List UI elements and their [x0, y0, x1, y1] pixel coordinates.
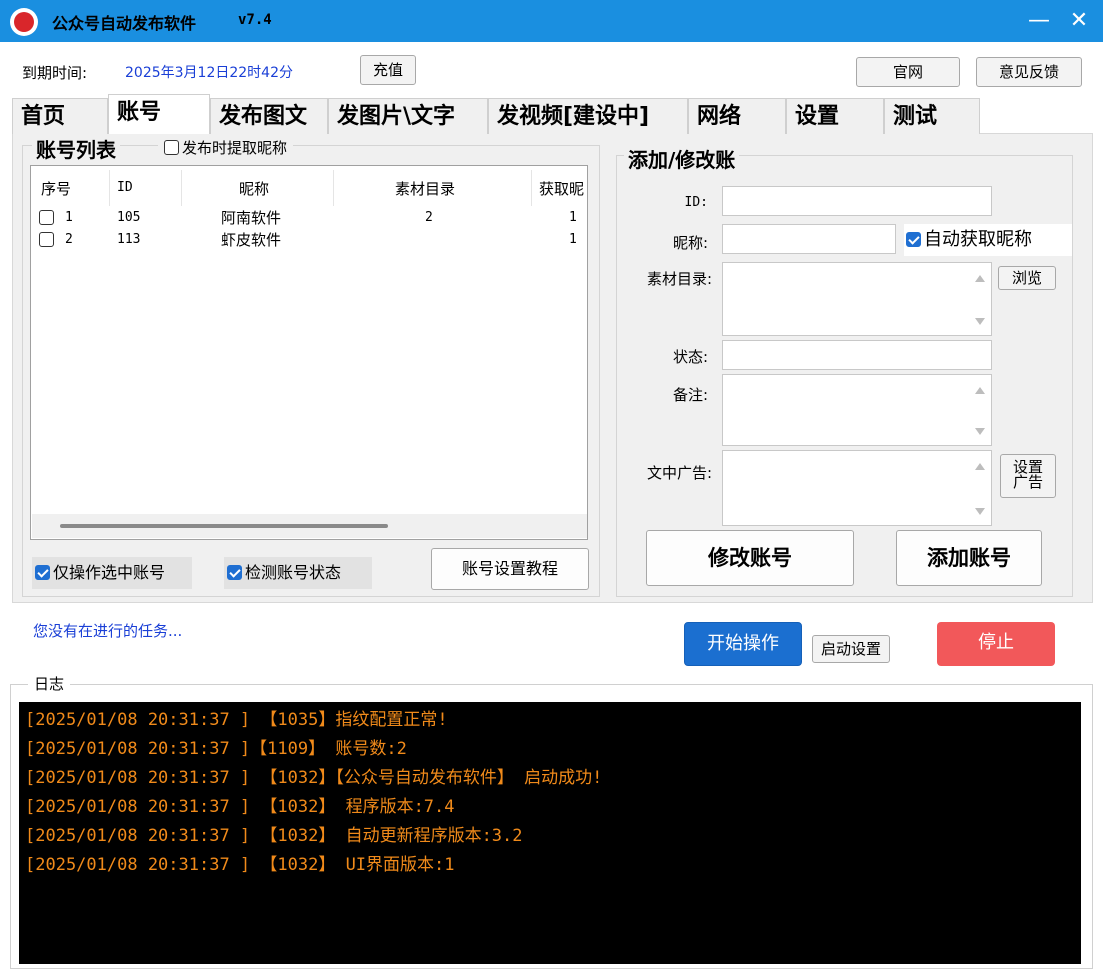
scroll-down-icon[interactable] [975, 508, 985, 515]
log-line: [2025/01/08 20:31:37 ] 【1032】 自动更新程序版本:3… [25, 826, 523, 846]
log-line: [2025/01/08 20:31:37 ] 【1035】指纹配置正常! [25, 710, 448, 730]
column-header-material[interactable]: 素材目录 [395, 178, 455, 199]
material-textarea[interactable] [722, 262, 992, 336]
log-line: [2025/01/08 20:31:37 ]【1109】 账号数:2 [25, 739, 407, 759]
table-row[interactable]: 1 105 阿南软件 2 1 [31, 206, 587, 230]
column-header-index[interactable]: 序号 [41, 178, 71, 199]
official-site-button[interactable]: 官网 [856, 57, 960, 87]
auto-nickname-checkbox[interactable]: 自动获取昵称 [904, 224, 1072, 256]
extract-nickname-label: 发布时提取昵称 [182, 139, 288, 157]
tab-publish-video[interactable]: 发视频[建设中] [488, 98, 688, 134]
checkbox-checked-icon[interactable] [906, 232, 921, 247]
minimize-icon[interactable]: — [1022, 6, 1056, 36]
ad-textarea[interactable] [722, 450, 992, 526]
recharge-button[interactable]: 充值 [360, 55, 416, 85]
scroll-down-icon[interactable] [975, 318, 985, 325]
status-input[interactable] [722, 340, 992, 370]
edit-account-title: 添加/修改账 [624, 144, 740, 173]
account-tutorial-button[interactable]: 账号设置教程 [431, 548, 589, 590]
nickname-label: 昵称: [672, 234, 708, 252]
tab-test[interactable]: 测试 [884, 98, 980, 134]
note-textarea[interactable] [722, 374, 992, 446]
feedback-button[interactable]: 意见反馈 [976, 57, 1082, 87]
start-button[interactable]: 开始操作 [684, 622, 802, 666]
modify-account-button[interactable]: 修改账号 [646, 530, 854, 586]
set-ad-label-2: 广告 [1012, 473, 1043, 491]
log-output[interactable]: [2025/01/08 20:31:37 ] 【1035】指纹配置正常! [20… [19, 702, 1081, 964]
only-selected-checkbox[interactable]: 仅操作选中账号 [32, 557, 192, 589]
extract-nickname-checkbox[interactable]: 发布时提取昵称 [158, 137, 294, 158]
app-version: v7.4 [238, 12, 272, 28]
expire-value: 2025年3月12日22时42分 [125, 65, 293, 81]
row-id: 105 [117, 210, 141, 225]
tab-account[interactable]: 账号 [108, 94, 210, 134]
nickname-input[interactable] [722, 224, 896, 254]
column-divider [531, 170, 532, 206]
log-title: 日志 [28, 673, 71, 694]
row-fetch: 1 [569, 232, 577, 247]
id-input[interactable] [722, 186, 992, 216]
checkbox-checked-icon[interactable] [227, 565, 242, 580]
table-row[interactable]: 2 113 虾皮软件 1 [31, 230, 587, 254]
auto-nickname-label: 自动获取昵称 [924, 229, 1032, 250]
row-checkbox[interactable] [39, 210, 54, 225]
row-index: 1 [65, 210, 73, 225]
row-index: 2 [65, 232, 73, 247]
column-header-fetch[interactable]: 获取昵 [539, 178, 584, 199]
tab-publish-article[interactable]: 发布图文 [210, 98, 328, 134]
logo-inner [14, 12, 34, 32]
id-label: ID: [684, 195, 708, 210]
tab-network[interactable]: 网络 [688, 98, 786, 134]
row-nickname: 虾皮软件 [221, 231, 282, 249]
row-material: 2 [425, 210, 433, 225]
scroll-up-icon[interactable] [975, 275, 985, 282]
row-nickname: 阿南软件 [221, 209, 282, 227]
row-checkbox[interactable] [39, 232, 54, 247]
log-line: [2025/01/08 20:31:37 ] 【1032】【公众号自动发布软件】… [25, 768, 603, 788]
column-divider [181, 170, 182, 206]
column-divider [109, 170, 110, 206]
scroll-up-icon[interactable] [975, 463, 985, 470]
material-label: 素材目录: [646, 270, 712, 288]
close-icon[interactable]: ✕ [1062, 6, 1096, 36]
detect-status-checkbox[interactable]: 检测账号状态 [224, 557, 372, 589]
column-header-id[interactable]: ID [117, 180, 133, 195]
account-list[interactable]: 序号 ID 昵称 素材目录 获取昵 1 105 阿南软件 2 1 2 113 虾… [30, 165, 588, 540]
status-label: 状态: [672, 348, 708, 366]
tab-settings[interactable]: 设置 [786, 98, 884, 134]
checkbox-icon[interactable] [164, 140, 179, 155]
scrollbar-thumb[interactable] [60, 524, 388, 528]
ad-label: 文中广告: [646, 464, 712, 482]
detect-status-label: 检测账号状态 [245, 563, 342, 582]
log-line: [2025/01/08 20:31:37 ] 【1032】 UI界面版本:1 [25, 855, 455, 875]
horizontal-scrollbar[interactable] [32, 514, 587, 538]
column-header-nickname[interactable]: 昵称 [239, 178, 269, 199]
add-account-button[interactable]: 添加账号 [896, 530, 1042, 586]
scroll-up-icon[interactable] [975, 387, 985, 394]
tab-publish-image-text[interactable]: 发图片\文字 [328, 98, 488, 134]
row-fetch: 1 [569, 210, 577, 225]
row-id: 113 [117, 232, 141, 247]
checkbox-checked-icon[interactable] [35, 565, 50, 580]
log-line: [2025/01/08 20:31:37 ] 【1032】 程序版本:7.4 [25, 797, 455, 817]
note-label: 备注: [672, 386, 708, 404]
tab-bar: 首页 账号 发布图文 发图片\文字 发视频[建设中] 网络 设置 测试 [12, 94, 1093, 134]
browse-button[interactable]: 浏览 [998, 266, 1056, 290]
column-divider [333, 170, 334, 206]
start-settings-button[interactable]: 启动设置 [812, 635, 890, 663]
task-status: 您没有在进行的任务... [33, 622, 183, 640]
account-list-title: 账号列表 [32, 134, 120, 163]
scroll-down-icon[interactable] [975, 428, 985, 435]
only-selected-label: 仅操作选中账号 [53, 563, 166, 582]
expire-label: 到期时间: [22, 64, 88, 82]
set-ad-button[interactable]: 设置 广告 [1000, 454, 1056, 498]
stop-button[interactable]: 停止 [937, 622, 1055, 666]
app-title: 公众号自动发布软件 [52, 14, 197, 33]
app-logo-icon [10, 8, 38, 36]
tab-home[interactable]: 首页 [12, 98, 108, 134]
